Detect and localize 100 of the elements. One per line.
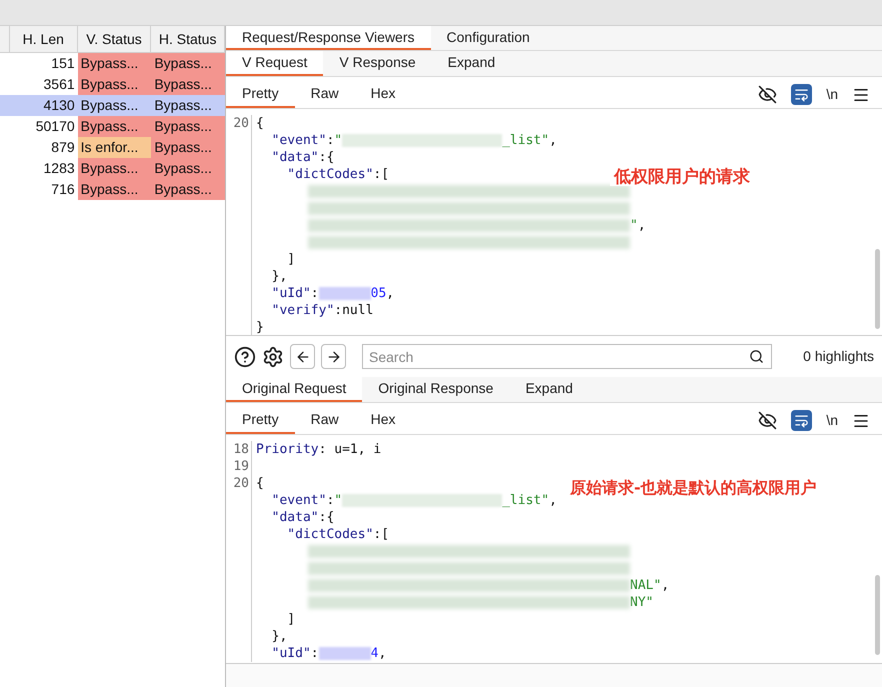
code-key: "event"	[256, 492, 326, 509]
tab[interactable]: Original Response	[362, 377, 510, 402]
code-string: _list"	[502, 492, 550, 509]
status-cell: Bypass...	[151, 158, 225, 179]
code-text: {	[256, 475, 264, 492]
code-string: NY"	[630, 594, 654, 611]
code-text: :	[326, 132, 334, 149]
status-cell: Bypass...	[151, 137, 225, 158]
tab[interactable]: Request/Response Viewers	[226, 26, 431, 50]
table-cell-text: 879	[50, 138, 76, 157]
code-text: ,	[661, 577, 670, 594]
tab[interactable]: Raw	[294, 407, 355, 434]
line-number: 20	[233, 116, 249, 131]
code-number: 05	[370, 285, 386, 302]
table-row[interactable]: 4130 Bypass... Bypass...	[0, 95, 225, 116]
code-text: ,	[638, 217, 646, 234]
line-number: 20	[233, 476, 249, 491]
code-number: 4	[370, 645, 378, 662]
code-string: "	[630, 217, 638, 234]
redacted-text	[318, 647, 371, 660]
status-cell: Bypass...	[151, 53, 225, 74]
code-text: : u=1, i	[318, 441, 382, 458]
code-text: :[	[373, 166, 390, 183]
code-string: "	[334, 492, 342, 509]
status-cell: Bypass...	[78, 158, 152, 179]
code-text: :	[326, 492, 334, 509]
status-cell: Bypass...	[78, 53, 152, 74]
code-text: :null	[334, 302, 374, 319]
table-cell-text: 3561	[42, 75, 76, 94]
column-header[interactable]: V. Status	[78, 26, 152, 52]
newline-toggle[interactable]: \n	[826, 84, 838, 105]
scrollbar[interactable]	[875, 249, 880, 329]
code-text: {	[256, 115, 264, 132]
code-text: :{	[318, 509, 334, 526]
newline-toggle[interactable]: \n	[826, 410, 838, 431]
code-text: ]	[286, 611, 296, 628]
search-field[interactable]: Search	[362, 344, 772, 369]
code-string: "	[334, 132, 342, 149]
code-key: "dictCodes"	[256, 526, 374, 543]
code-key: Priority	[256, 441, 319, 458]
code-text: ]	[286, 251, 296, 268]
line-number: 18	[233, 442, 249, 457]
code-text: :	[310, 645, 319, 662]
table-cell-text: 1283	[42, 159, 76, 178]
table-cell-text: 716	[50, 180, 76, 199]
back-button[interactable]	[290, 344, 315, 369]
code-string: _list"	[502, 132, 550, 149]
highlights-count: 0 highlights	[803, 347, 874, 366]
arrow-right-icon	[326, 348, 342, 364]
tab[interactable]: Original Request	[226, 377, 362, 402]
status-cell: Bypass...	[151, 179, 225, 200]
wrap-toggle[interactable]	[791, 84, 812, 105]
status-cell: Bypass...	[78, 116, 152, 137]
help-icon[interactable]	[234, 346, 256, 368]
wrap-toggle[interactable]	[791, 410, 812, 431]
status-cell-text: Bypass...	[80, 96, 140, 115]
code-text: ,	[378, 645, 386, 662]
search-icon[interactable]	[749, 349, 764, 364]
tab[interactable]: Expand	[432, 51, 512, 76]
code-key: "uId"	[256, 645, 311, 662]
code-key: "data"	[256, 149, 319, 166]
forward-button[interactable]	[321, 344, 346, 369]
code-key: "verify"	[256, 302, 334, 319]
code-text: },	[270, 268, 288, 285]
hide-icon[interactable]	[758, 85, 778, 104]
code-text: ,	[549, 492, 557, 509]
code-key: "event"	[256, 132, 326, 149]
code-string: NAL"	[630, 577, 662, 594]
status-cell: Bypass...	[151, 116, 225, 137]
hide-icon[interactable]	[758, 411, 778, 430]
table-cell-text: 151	[50, 54, 76, 73]
tab[interactable]: Configuration	[430, 26, 546, 50]
tab[interactable]: V Response	[323, 51, 432, 76]
code-text: ,	[386, 285, 394, 302]
status-cell: Is enfor...	[78, 137, 152, 158]
redacted-text	[318, 287, 371, 300]
tab[interactable]: Hex	[354, 81, 412, 108]
tab[interactable]: Hex	[354, 407, 412, 434]
line-number: 19	[233, 459, 249, 474]
code-key: "dictCodes"	[256, 166, 374, 183]
settings-icon[interactable]	[262, 346, 284, 368]
status-cell: Bypass...	[151, 74, 225, 95]
code-key: "data"	[256, 509, 319, 526]
tab[interactable]: Raw	[294, 81, 355, 108]
tab[interactable]: V Request	[226, 51, 324, 76]
code-text: :	[310, 285, 319, 302]
code-text: ,	[549, 132, 557, 149]
tab[interactable]: Expand	[509, 377, 589, 402]
column-header[interactable]: H. Len	[10, 26, 78, 52]
status-cell: Bypass...	[78, 179, 152, 200]
table-cell-text: 4130	[42, 96, 76, 115]
code-key: "uId"	[256, 285, 311, 302]
scrollbar[interactable]	[875, 575, 880, 655]
code-text: },	[270, 628, 288, 645]
column-header[interactable]: H. Status	[151, 26, 225, 52]
table-cell-text: 50170	[34, 117, 76, 136]
code-text: :{	[318, 149, 334, 166]
code-text: }	[256, 319, 264, 335]
wrap-icon	[794, 413, 810, 428]
status-cell-text: Bypass...	[153, 96, 213, 115]
